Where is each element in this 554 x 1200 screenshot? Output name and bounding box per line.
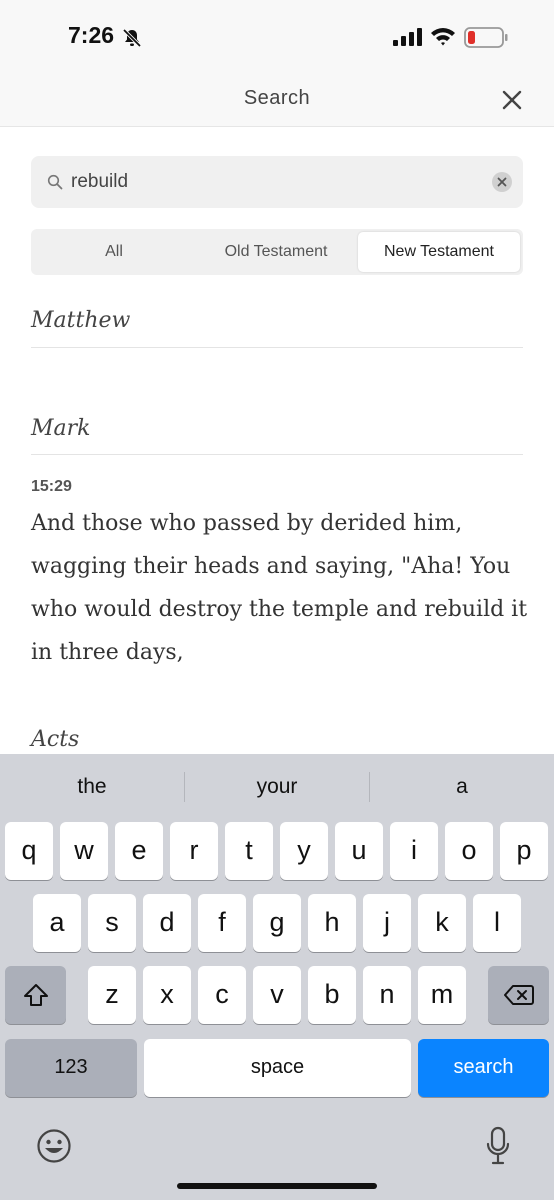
key-e[interactable]: e: [115, 822, 163, 880]
key-j[interactable]: j: [363, 894, 411, 952]
key-z[interactable]: z: [88, 966, 136, 1024]
key-l[interactable]: l: [473, 894, 521, 952]
key-t[interactable]: t: [225, 822, 273, 880]
nav-header: Search: [0, 72, 554, 127]
shift-key[interactable]: [5, 966, 66, 1024]
emoji-icon[interactable]: [36, 1128, 72, 1164]
key-q[interactable]: q: [5, 822, 53, 880]
divider: [31, 347, 523, 348]
key-u[interactable]: u: [335, 822, 383, 880]
delete-key[interactable]: [488, 966, 549, 1024]
suggestion-your[interactable]: your: [185, 754, 369, 820]
key-h[interactable]: h: [308, 894, 356, 952]
battery-low-icon: [464, 27, 508, 48]
key-s[interactable]: s: [88, 894, 136, 952]
cellular-signal-icon: [393, 28, 422, 46]
key-f[interactable]: f: [198, 894, 246, 952]
clear-search-button[interactable]: [492, 172, 512, 192]
search-icon: [47, 174, 63, 190]
segment-old-testament[interactable]: Old Testament: [195, 232, 357, 272]
search-field[interactable]: [31, 156, 523, 208]
key-o[interactable]: o: [445, 822, 493, 880]
key-w[interactable]: w: [60, 822, 108, 880]
verse-text[interactable]: And those who passed by derided him, wag…: [31, 502, 531, 674]
key-p[interactable]: p: [500, 822, 548, 880]
book-heading-matthew: Matthew: [31, 308, 131, 333]
key-k[interactable]: k: [418, 894, 466, 952]
key-x[interactable]: x: [143, 966, 191, 1024]
page-title: Search: [243, 87, 311, 109]
book-heading-acts: Acts: [31, 727, 80, 752]
status-bar: 7:26: [0, 0, 554, 72]
verse-reference[interactable]: 15:29: [31, 478, 72, 496]
key-m[interactable]: m: [418, 966, 466, 1024]
segment-new-testament[interactable]: New Testament: [358, 232, 520, 272]
key-b[interactable]: b: [308, 966, 356, 1024]
key-a[interactable]: a: [33, 894, 81, 952]
home-indicator: [177, 1183, 377, 1189]
divider: [31, 454, 523, 455]
wifi-icon: [431, 28, 455, 46]
key-y[interactable]: y: [280, 822, 328, 880]
suggestion-the[interactable]: the: [0, 754, 184, 820]
shift-icon: [23, 984, 48, 1006]
key-n[interactable]: n: [363, 966, 411, 1024]
backspace-icon: [503, 985, 534, 1005]
key-r[interactable]: r: [170, 822, 218, 880]
book-heading-mark: Mark: [31, 416, 91, 441]
bell-off-icon: [122, 28, 142, 48]
suggestion-a[interactable]: a: [370, 754, 554, 820]
segment-all[interactable]: All: [34, 232, 194, 272]
key-g[interactable]: g: [253, 894, 301, 952]
search-key[interactable]: search: [418, 1039, 549, 1097]
key-i[interactable]: i: [390, 822, 438, 880]
status-time: 7:26: [68, 22, 115, 48]
space-key[interactable]: space: [144, 1039, 411, 1097]
key-d[interactable]: d: [143, 894, 191, 952]
clear-icon: [497, 177, 507, 187]
testament-filter: All Old Testament New Testament: [31, 229, 523, 275]
key-v[interactable]: v: [253, 966, 301, 1024]
key-c[interactable]: c: [198, 966, 246, 1024]
search-input[interactable]: [71, 164, 471, 200]
microphone-icon[interactable]: [485, 1126, 511, 1166]
close-icon[interactable]: [498, 86, 526, 114]
numbers-key[interactable]: 123: [5, 1039, 137, 1097]
